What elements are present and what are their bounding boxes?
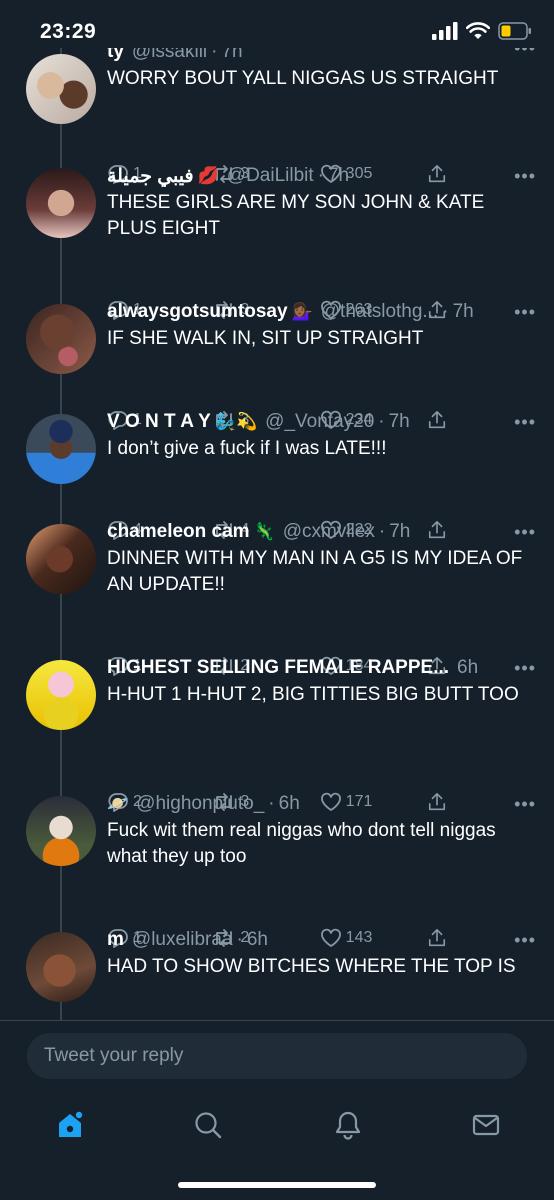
tweet-item[interactable]: HIGHEST SELLING FEMALE RAPPE... 6h H-HUT… (0, 656, 554, 812)
tweet-header: chameleon cam 🦎 @cxmvllex · 7h (107, 520, 537, 544)
battery-icon (498, 22, 531, 40)
avatar[interactable] (26, 932, 96, 1002)
status-icons (432, 22, 532, 40)
more-options-icon[interactable]: ••• (514, 48, 536, 59)
name-emoji: 💁🏾‍♀️ (291, 302, 313, 321)
avatar[interactable] (26, 414, 96, 484)
handle[interactable]: @highonpluto_ (136, 793, 264, 815)
separator-dot: · (268, 793, 275, 814)
display-name[interactable]: HIGHEST SELLING FEMALE RAPPE... (107, 657, 449, 679)
display-name[interactable]: V O N T A Y (107, 411, 211, 433)
separator-dot: · (317, 165, 324, 186)
more-options-icon[interactable]: ••• (514, 522, 536, 543)
separator-dot: · (236, 929, 243, 950)
timestamp: 6h (246, 929, 268, 950)
display-name[interactable]: alwaysgotsumtosay (107, 301, 288, 323)
tweet-item[interactable]: chameleon cam 🦎 @cxmvllex · 7h DINNER WI… (0, 520, 554, 676)
tweet-header: 🪐 @highonpluto_ · 6h (107, 792, 537, 816)
tweet-text: DINNER WITH MY MAN IN A G5 IS MY IDEA OF… (107, 548, 523, 595)
timestamp: 7h (327, 165, 350, 186)
display-name[interactable]: m (107, 929, 124, 951)
wifi-icon (466, 22, 490, 39)
more-options-icon[interactable]: ••• (514, 794, 536, 815)
reply-feed[interactable]: ty @issakiii · 7h WORRY BOUT YALL NIGGAS… (0, 48, 554, 1020)
tweet-item[interactable]: m @luxelibraa · 6h HAD TO SHOW BITCHES W… (0, 928, 554, 1020)
timestamp: 7h (388, 411, 410, 432)
more-options-icon[interactable]: ••• (514, 166, 536, 187)
more-options-icon[interactable]: ••• (514, 302, 536, 323)
avatar[interactable] (26, 660, 96, 730)
handle[interactable]: @issakiii (132, 48, 207, 63)
timestamp: 7h (221, 48, 243, 62)
tab-messages[interactable] (466, 1105, 506, 1145)
tweet-header: V O N T A Y 🧞‍♂️💫 @_Vontay20 · 7h (107, 410, 537, 434)
tweet-item[interactable]: alwaysgotsumtosay 💁🏾‍♀️ @thatslothg... ·… (0, 300, 554, 430)
separator-dot: · (442, 301, 449, 322)
tab-notifications[interactable] (328, 1105, 368, 1145)
search-icon (195, 1112, 222, 1139)
handle[interactable]: @_Vontay20 (265, 411, 374, 433)
tab-home[interactable] (50, 1105, 90, 1145)
name-emoji: 🦎 (253, 522, 275, 541)
tweet-reply-input[interactable]: Tweet your reply (27, 1033, 527, 1079)
timestamp: 7h (389, 521, 411, 542)
timestamp: 6h (457, 657, 479, 678)
handle[interactable]: @cxmvllex (283, 521, 375, 543)
separator-dot: · (378, 411, 385, 432)
tweet-item[interactable]: فيبي جميلة 💋 @DaiLilbit · 7h THESE GIRLS… (0, 164, 554, 320)
tweet-text: IF SHE WALK IN, SIT UP STRAIGHT (107, 328, 424, 349)
home-indicator[interactable] (178, 1182, 376, 1188)
display-name[interactable]: chameleon cam (107, 521, 250, 543)
display-name[interactable]: فيبي جميلة (107, 165, 194, 188)
status-time: 23:29 (40, 20, 97, 43)
tweet-text: THESE GIRLS ARE MY SON JOHN & KATE PLUS … (107, 192, 485, 239)
display-name[interactable]: ty (107, 48, 124, 63)
tweet-text: WORRY BOUT YALL NIGGAS US STRAIGHT (107, 68, 499, 89)
messages-icon (472, 1114, 500, 1136)
name-emoji: 🧞‍♂️💫 (214, 412, 258, 431)
name-emoji: 💋 (197, 166, 219, 185)
handle[interactable]: @thatslothg... (321, 301, 439, 323)
more-options-icon[interactable]: ••• (514, 658, 536, 679)
handle[interactable]: @luxelibraa (132, 929, 233, 951)
avatar[interactable] (26, 168, 96, 238)
tweet-text: H-HUT 1 H-HUT 2, BIG TITTIES BIG BUTT TO… (107, 684, 519, 705)
tweet-text: I don’t give a fuck if I was LATE!!! (107, 438, 387, 459)
tab-bar (0, 1105, 554, 1145)
timestamp: 6h (278, 793, 300, 814)
home-icon (59, 1111, 83, 1137)
timestamp: 7h (452, 301, 474, 322)
avatar[interactable] (26, 54, 96, 124)
notifications-icon (335, 1111, 361, 1140)
tweet-header: HIGHEST SELLING FEMALE RAPPE... 6h (107, 656, 537, 680)
more-options-icon[interactable]: ••• (514, 930, 536, 951)
tab-search[interactable] (188, 1105, 228, 1145)
name-emoji: 🪐 (107, 794, 129, 813)
tweet-text: HAD TO SHOW BITCHES WHERE THE TOP IS (107, 956, 516, 977)
bottom-bar: Tweet your reply (0, 1020, 554, 1180)
handle[interactable]: @DaiLilbit (227, 165, 314, 187)
tweet-item[interactable]: 🪐 @highonpluto_ · 6h Fuck wit them real … (0, 792, 554, 948)
tweet-header: m @luxelibraa · 6h (107, 928, 537, 952)
tweet-header: فيبي جميلة 💋 @DaiLilbit · 7h (107, 164, 537, 188)
tweet-header: alwaysgotsumtosay 💁🏾‍♀️ @thatslothg... ·… (107, 300, 537, 324)
more-options-icon[interactable]: ••• (514, 412, 536, 433)
avatar[interactable] (26, 796, 96, 866)
avatar[interactable] (26, 524, 96, 594)
tweet-header: ty @issakiii · 7h (107, 48, 537, 64)
tweet-text: Fuck wit them real niggas who dont tell … (107, 820, 496, 867)
tweet-item[interactable]: V O N T A Y 🧞‍♂️💫 @_Vontay20 · 7h I don’… (0, 410, 554, 540)
avatar[interactable] (26, 304, 96, 374)
separator-dot: · (378, 521, 386, 542)
cellular-signal-icon (432, 22, 458, 40)
separator-dot: · (211, 48, 218, 62)
